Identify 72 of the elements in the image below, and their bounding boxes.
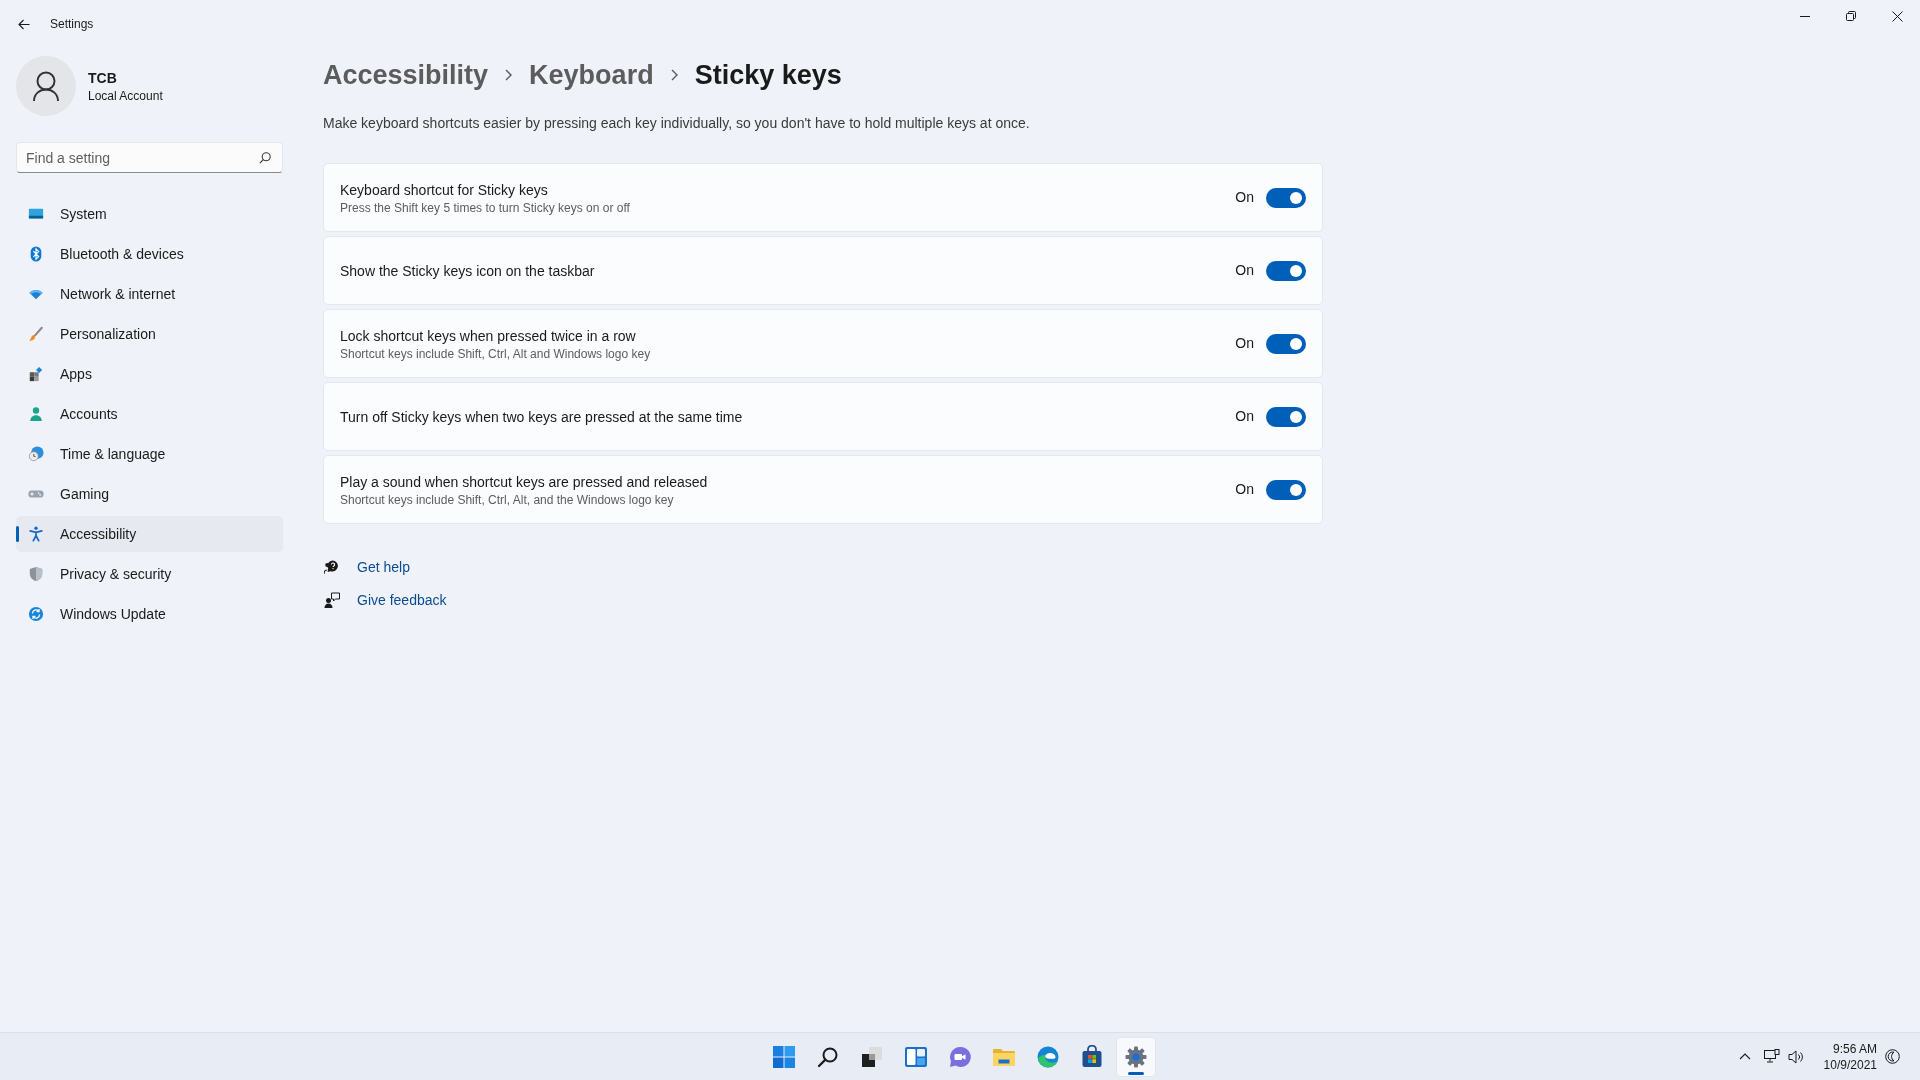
page-title: Sticky keys	[694, 59, 842, 92]
shopping-bag-icon	[1080, 1044, 1104, 1069]
sidebar-item[interactable]: Accessibility	[16, 516, 283, 552]
breadcrumb-link[interactable]: Accessibility	[323, 57, 489, 93]
person-icon	[28, 406, 44, 422]
help-link[interactable]: Get help	[357, 556, 410, 578]
toggle-state-label: On	[1235, 407, 1254, 426]
toggle-switch[interactable]	[1266, 333, 1306, 354]
setting-description: Press the Shift key 5 times to turn Sticky keys on or off	[340, 199, 631, 216]
video-chat-icon	[948, 1044, 972, 1069]
moon-icon[interactable]	[1885, 1049, 1900, 1064]
chevron-right-icon	[505, 69, 513, 81]
setting-title: Show the Sticky keys icon on the taskbar	[340, 261, 596, 281]
sidebar-item[interactable]: Accounts	[16, 396, 283, 432]
clock-date[interactable]: 10/9/2021	[1823, 1056, 1877, 1073]
task-view-icon	[860, 1044, 884, 1069]
toggle-state-label: On	[1235, 480, 1254, 499]
chevron-right-icon	[670, 69, 678, 81]
globe-clock-icon	[28, 446, 44, 462]
sidebar-item[interactable]: Privacy & security	[16, 556, 283, 592]
setting-title: Turn off Sticky keys when two keys are pressed at the same time	[340, 407, 744, 427]
setting-description: Shortcut keys include Shift, Ctrl, Alt, and the Windows logo key	[340, 491, 675, 508]
sidebar-item[interactable]: Apps	[16, 356, 283, 392]
setting-title: Lock shortcut keys when pressed twice in a row	[340, 326, 637, 346]
sidebar-item[interactable]: Windows Update	[16, 596, 283, 632]
account-name: TCB	[88, 69, 118, 88]
toggle-switch[interactable]	[1266, 406, 1306, 427]
shield-icon	[28, 566, 44, 582]
breadcrumb-link[interactable]: Keyboard	[529, 57, 654, 93]
monitor-icon[interactable]	[1763, 1049, 1780, 1064]
bluetooth-icon	[28, 246, 44, 262]
avatar-icon	[16, 56, 76, 116]
setting-title: Play a sound when shortcut keys are pressed and released	[340, 472, 709, 492]
toggle-state-label: On	[1235, 261, 1254, 280]
selection-indicator	[16, 526, 19, 542]
chevron-up-icon[interactable]	[1738, 1053, 1751, 1060]
setting-title: Keyboard shortcut for Sticky keys	[340, 180, 549, 200]
window-title: Settings	[50, 16, 94, 33]
brush-icon	[28, 326, 44, 342]
toggle-switch[interactable]	[1266, 260, 1306, 281]
restore-icon	[1846, 11, 1856, 21]
feedback-icon	[324, 592, 340, 608]
page-description: Make keyboard shortcuts easier by pressing each key individually, so you don't have to hold multiple keys at once.	[323, 114, 1031, 133]
account-type: Local Account	[88, 88, 163, 104]
sidebar-item[interactable]: Personalization	[16, 316, 283, 352]
accessibility-icon	[28, 526, 44, 542]
close-icon	[1891, 10, 1903, 22]
toggle-switch[interactable]	[1266, 479, 1306, 500]
feedback-link[interactable]: Give feedback	[357, 589, 447, 611]
sidebar-item[interactable]: Time & language	[16, 436, 283, 472]
toggle-state-label: On	[1235, 334, 1254, 353]
gear-icon	[1124, 1044, 1148, 1069]
setting-description: Shortcut keys include Shift, Ctrl, Alt and Windows logo key	[340, 345, 652, 362]
minimize-icon	[1800, 15, 1810, 17]
clock-time[interactable]: 9:56 AM	[1832, 1040, 1877, 1057]
back-arrow-icon	[18, 18, 30, 30]
search-field[interactable]: Find a setting	[16, 142, 283, 173]
sidebar-item[interactable]: Bluetooth & devices	[16, 236, 283, 272]
help-icon	[324, 559, 340, 575]
search-icon	[259, 152, 271, 164]
sidebar-item[interactable]: Gaming	[16, 476, 283, 512]
sidebar-item[interactable]: System	[16, 196, 283, 232]
toggle-state-label: On	[1235, 188, 1254, 207]
active-indicator	[1128, 1071, 1144, 1075]
swirl-icon	[1036, 1044, 1060, 1069]
speaker-icon[interactable]	[1787, 1049, 1804, 1064]
tiles-icon	[772, 1044, 796, 1069]
refresh-icon	[28, 606, 44, 622]
tiles-icon	[28, 366, 44, 382]
sidebar-item[interactable]: Network & internet	[16, 276, 283, 312]
toggle-switch[interactable]	[1266, 187, 1306, 208]
widgets-icon	[904, 1044, 928, 1069]
